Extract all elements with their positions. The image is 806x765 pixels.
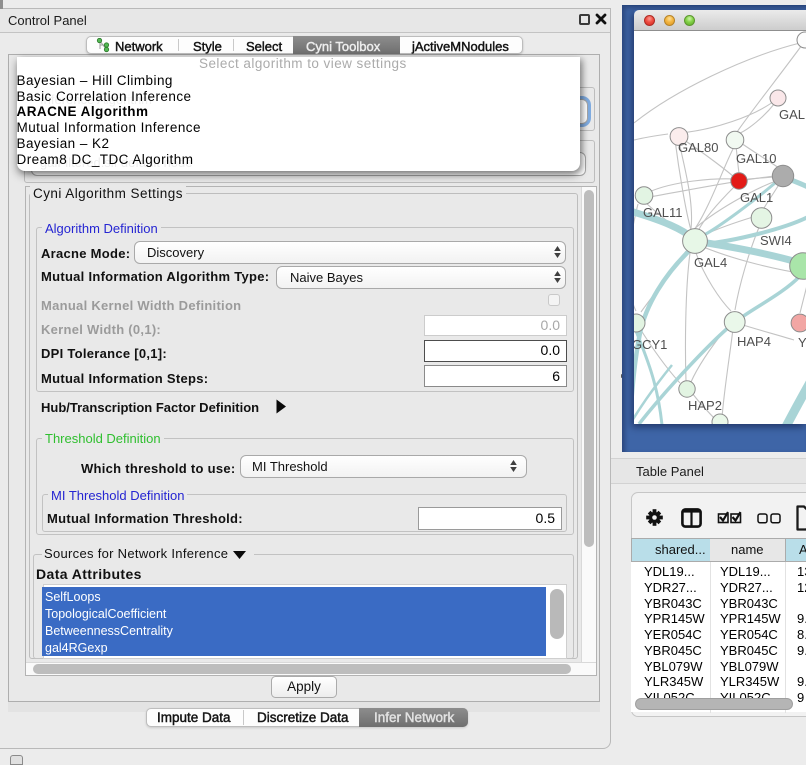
svg-text:GAL10: GAL10: [736, 151, 776, 166]
svg-text:GAL11: GAL11: [643, 205, 683, 220]
svg-text:Y: Y: [798, 335, 806, 350]
svg-text:SWI4: SWI4: [760, 233, 792, 248]
svg-text:GCY1: GCY1: [634, 337, 667, 352]
svg-text:HAP2: HAP2: [688, 398, 722, 413]
svg-text:GAL: GAL: [779, 107, 805, 122]
svg-text:HAP4: HAP4: [737, 334, 771, 349]
svg-text:GAL80: GAL80: [678, 140, 718, 155]
svg-text:GAL1: GAL1: [740, 190, 773, 205]
svg-text:GAL4: GAL4: [694, 255, 727, 270]
